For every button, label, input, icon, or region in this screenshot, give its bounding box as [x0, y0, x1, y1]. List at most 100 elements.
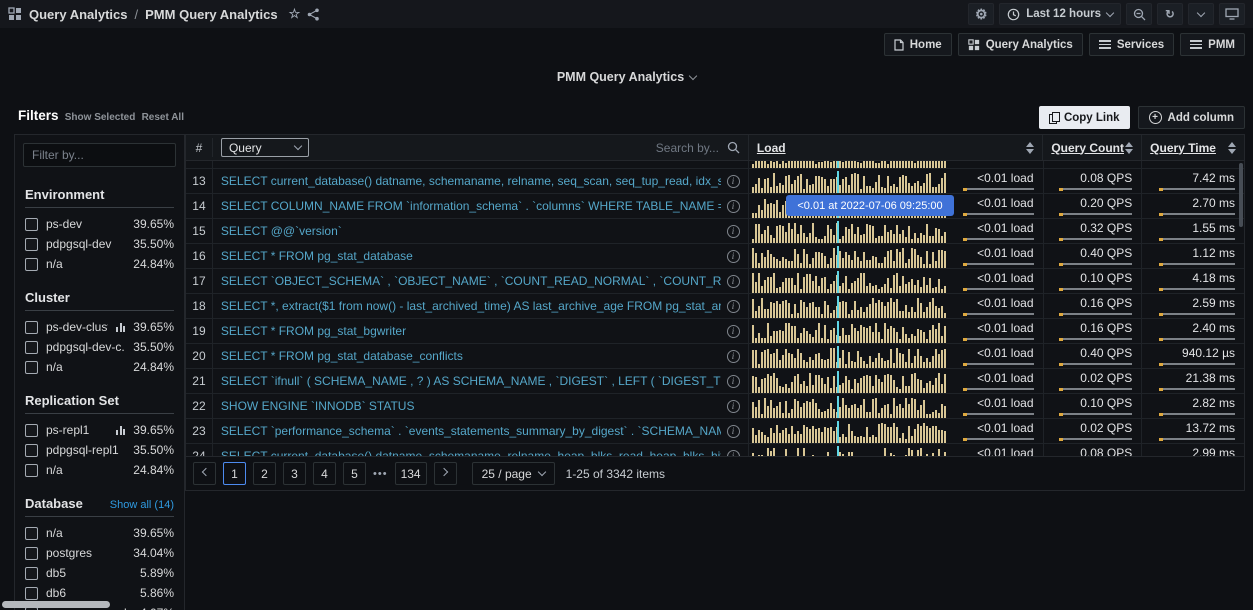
query-link[interactable]: SELECT COLUMN_NAME FROM `information_sch…: [221, 199, 721, 213]
checkbox[interactable]: [25, 424, 38, 437]
nav-button-home[interactable]: Home: [884, 33, 952, 56]
share-icon[interactable]: [307, 8, 320, 21]
checkbox[interactable]: [25, 444, 38, 457]
info-icon[interactable]: i: [727, 375, 740, 388]
query-link[interactable]: SHOW ENGINE `INNODB` STATUS: [221, 399, 721, 413]
load-sparkline[interactable]: [749, 346, 948, 368]
query-link[interactable]: SELECT current_database() datname, schem…: [221, 174, 721, 188]
cycle-view-mode-button[interactable]: [1219, 3, 1245, 25]
checkbox[interactable]: [25, 341, 38, 354]
load-sparkline[interactable]: [749, 396, 948, 418]
checkbox[interactable]: [25, 464, 38, 477]
info-icon[interactable]: i: [727, 325, 740, 338]
query-link[interactable]: SELECT *, extract($1 from now() - last_a…: [221, 299, 721, 313]
filter-item-label[interactable]: ps-repl1: [46, 423, 108, 437]
info-icon[interactable]: i: [727, 425, 740, 438]
load-sparkline[interactable]: [749, 296, 948, 318]
filter-item-label[interactable]: ps-dev: [46, 217, 125, 231]
sort-icon[interactable]: [1125, 142, 1133, 154]
filter-item-label[interactable]: pdpgsql-dev: [46, 237, 125, 251]
nav-button-services[interactable]: Services: [1089, 33, 1174, 56]
refresh-button[interactable]: ↻: [1157, 3, 1183, 25]
search-icon[interactable]: [727, 141, 740, 154]
query-link[interactable]: SELECT `performance_schema` . `events_st…: [221, 424, 721, 438]
filter-item-label[interactable]: n/a: [46, 257, 125, 271]
checkbox[interactable]: [25, 258, 38, 271]
load-sparkline[interactable]: [749, 271, 948, 293]
filter-item-label[interactable]: pdpgsql-repl1: [46, 443, 125, 457]
query-link[interactable]: SELECT `OBJECT_SCHEMA` , `OBJECT_NAME` ,…: [221, 274, 721, 288]
query-link[interactable]: SELECT * FROM pg_stat_database: [221, 249, 721, 263]
breadcrumb-section[interactable]: Query Analytics: [29, 7, 128, 22]
dashboard-settings-button[interactable]: ⚙: [968, 3, 994, 25]
filter-item-label[interactable]: db5: [46, 566, 132, 580]
next-page-button[interactable]: [434, 462, 457, 485]
info-icon[interactable]: i: [727, 450, 740, 457]
load-sparkline[interactable]: [749, 371, 948, 393]
filter-item-label[interactable]: ps-dev-cluster: [46, 320, 108, 334]
copy-link-button[interactable]: Copy Link: [1039, 106, 1130, 129]
load-sparkline[interactable]: [749, 171, 948, 193]
query-link[interactable]: SELECT * FROM pg_stat_bgwriter: [221, 324, 721, 338]
sort-icon[interactable]: [1228, 142, 1236, 154]
star-icon[interactable]: ☆: [289, 6, 301, 22]
show-all-link[interactable]: Show all (14): [110, 499, 174, 511]
prev-page-button[interactable]: [193, 462, 216, 485]
page-button-2[interactable]: 2: [253, 462, 276, 485]
time-range-picker[interactable]: Last 12 hours: [999, 3, 1121, 25]
panel-collapse-toggle[interactable]: PMM Query Analytics: [557, 70, 696, 84]
checkbox[interactable]: [25, 361, 38, 374]
checkbox[interactable]: [25, 218, 38, 231]
info-icon[interactable]: i: [727, 300, 740, 313]
filter-item-label[interactable]: n/a: [46, 360, 125, 374]
nav-button-query-analytics[interactable]: Query Analytics: [958, 33, 1083, 56]
filter-item-label[interactable]: pdpgsql-dev-c...: [46, 340, 125, 354]
query-link[interactable]: SELECT current_database() datname, schem…: [221, 449, 721, 456]
checkbox[interactable]: [25, 321, 38, 334]
load-sparkline[interactable]: [749, 321, 948, 343]
load-sparkline[interactable]: [749, 161, 948, 168]
info-icon[interactable]: i: [727, 175, 740, 188]
zoom-out-button[interactable]: [1126, 3, 1152, 25]
load-sparkline[interactable]: [749, 246, 948, 268]
info-icon[interactable]: i: [727, 200, 740, 213]
filter-item-label[interactable]: n/a: [46, 526, 125, 540]
sort-icon[interactable]: [1026, 142, 1034, 154]
info-icon[interactable]: i: [727, 250, 740, 263]
page-button-3[interactable]: 3: [283, 462, 306, 485]
show-selected-link[interactable]: Show Selected: [65, 112, 136, 123]
checkbox[interactable]: [25, 238, 38, 251]
checkbox[interactable]: [25, 547, 38, 560]
info-icon[interactable]: i: [727, 350, 740, 363]
filter-item-label[interactable]: db6: [46, 586, 132, 600]
page-button-4[interactable]: 4: [313, 462, 336, 485]
query-link[interactable]: SELECT `ifnull` ( SCHEMA_NAME , ? ) AS S…: [221, 374, 721, 388]
load-sparkline[interactable]: [749, 421, 948, 443]
filter-input[interactable]: [32, 148, 187, 162]
query-count-sort-label[interactable]: Query Count: [1051, 141, 1124, 155]
query-time-sort-label[interactable]: Query Time: [1150, 141, 1216, 155]
checkbox[interactable]: [25, 527, 38, 540]
filter-search-box[interactable]: [23, 143, 176, 167]
page-button-1[interactable]: 1: [223, 462, 246, 485]
bar-chart-icon[interactable]: [116, 322, 125, 332]
refresh-interval-dropdown[interactable]: [1188, 3, 1214, 25]
dimension-select[interactable]: Query: [221, 138, 309, 157]
query-link[interactable]: SELECT * FROM pg_stat_database_conflicts: [221, 349, 721, 363]
bar-chart-icon[interactable]: [116, 425, 125, 435]
checkbox[interactable]: [25, 587, 38, 600]
info-icon[interactable]: i: [727, 225, 740, 238]
vertical-scrollbar-thumb[interactable]: [1239, 163, 1243, 227]
add-column-button[interactable]: + Add column: [1138, 106, 1245, 129]
filter-item-label[interactable]: postgres: [46, 546, 125, 560]
checkbox[interactable]: [25, 567, 38, 580]
last-page-button[interactable]: 134: [395, 462, 427, 485]
load-sparkline[interactable]: [749, 446, 948, 456]
info-icon[interactable]: i: [727, 400, 740, 413]
load-sparkline[interactable]: [749, 221, 948, 243]
page-button-5[interactable]: 5: [343, 462, 366, 485]
filter-item-label[interactable]: n/a: [46, 463, 125, 477]
nav-button-pmm[interactable]: PMM: [1180, 33, 1245, 56]
page-size-select[interactable]: 25 / page: [472, 462, 555, 485]
reset-all-link[interactable]: Reset All: [142, 112, 184, 123]
